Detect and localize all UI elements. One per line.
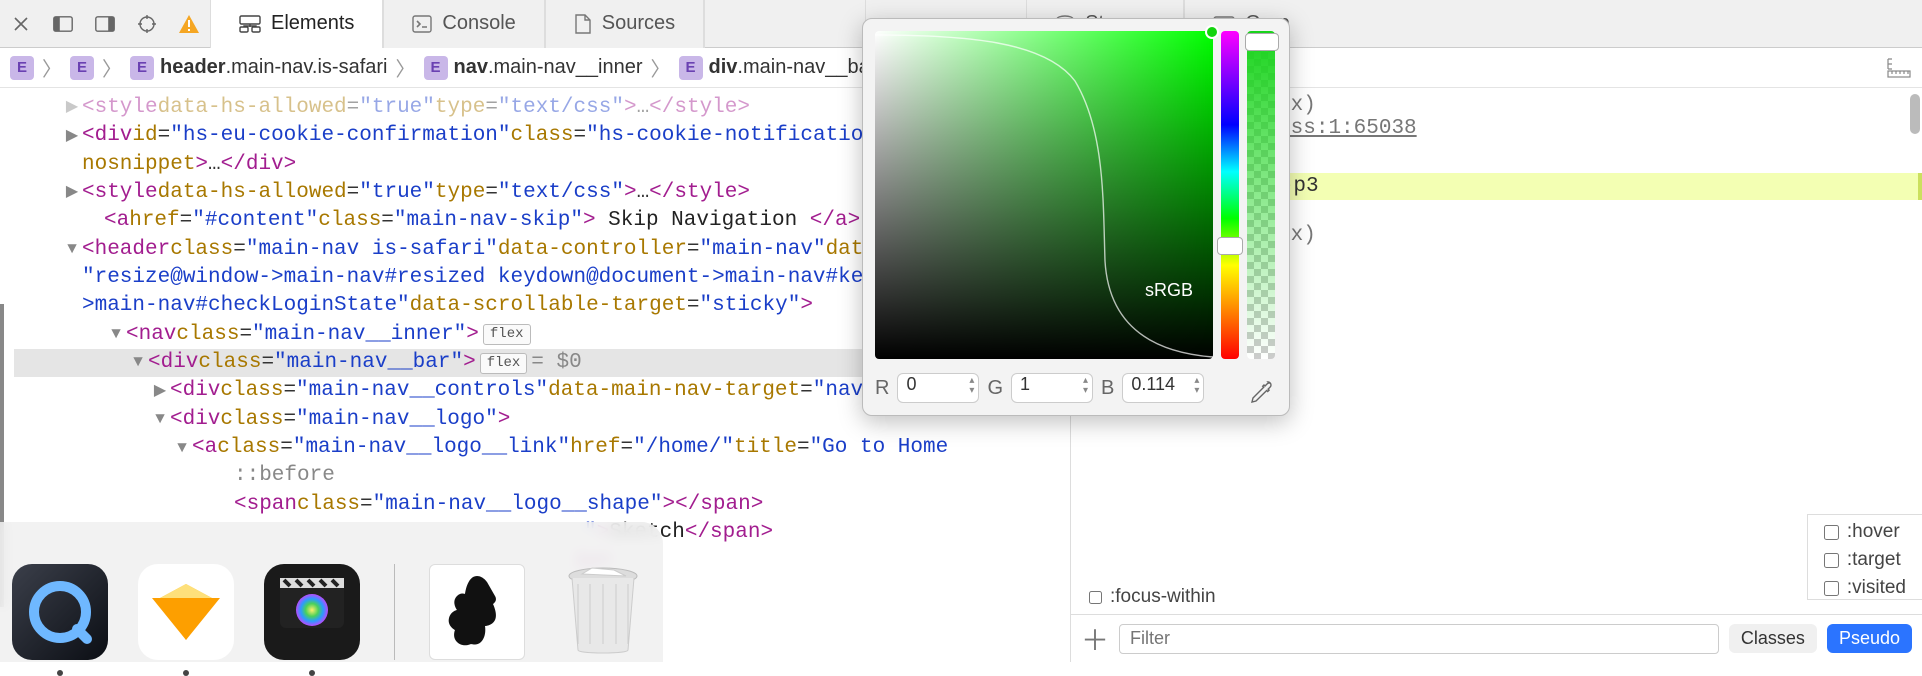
stepper-icon[interactable]: ▴▾ bbox=[1083, 376, 1088, 396]
dock-app-quicktime[interactable] bbox=[12, 564, 108, 660]
close-icon[interactable] bbox=[0, 0, 42, 48]
sources-icon bbox=[574, 14, 592, 34]
pseudo-button[interactable]: Pseudo bbox=[1827, 624, 1912, 653]
classes-button[interactable]: Classes bbox=[1729, 624, 1817, 653]
console-icon bbox=[412, 15, 432, 33]
toggle-target[interactable]: :target bbox=[1824, 549, 1906, 571]
dock-right-icon[interactable] bbox=[84, 0, 126, 48]
element-chip-icon[interactable]: E bbox=[130, 56, 154, 80]
chevron-right-icon: 〉 bbox=[649, 53, 673, 82]
macos-dock bbox=[0, 522, 663, 662]
dock-left-icon[interactable] bbox=[42, 0, 84, 48]
breadcrumb-item[interactable]: div.main-nav__bar bbox=[709, 56, 877, 79]
r-label: R bbox=[875, 377, 889, 400]
selected-node-marker: = $0 bbox=[531, 349, 581, 377]
dock-app-sketch[interactable] bbox=[138, 564, 234, 660]
tab-label: Console bbox=[442, 12, 515, 35]
b-input[interactable]: 0.114▴▾ bbox=[1122, 373, 1204, 403]
element-chip-icon[interactable]: E bbox=[679, 56, 703, 80]
toggle-visited[interactable]: :visited bbox=[1824, 577, 1906, 599]
eyedropper-icon[interactable] bbox=[1249, 379, 1275, 405]
dock-app-final-cut[interactable] bbox=[264, 564, 360, 660]
color-picker: sRGB R 0▴▾ G 1▴▾ B 0.114▴▾ bbox=[862, 18, 1290, 416]
element-chip-icon[interactable]: E bbox=[10, 56, 34, 80]
gamut-label: sRGB bbox=[1145, 280, 1193, 301]
tab-console[interactable]: Console bbox=[383, 0, 544, 48]
chevron-right-icon: 〉 bbox=[100, 53, 124, 82]
hue-slider[interactable] bbox=[1221, 31, 1239, 359]
running-dot-icon bbox=[183, 670, 189, 676]
b-label: B bbox=[1101, 377, 1114, 400]
flex-badge: flex bbox=[483, 324, 531, 345]
tab-label: Elements bbox=[271, 12, 354, 35]
ruler-icon[interactable] bbox=[1886, 57, 1912, 79]
element-chip-icon[interactable]: E bbox=[70, 56, 94, 80]
dock-divider bbox=[394, 564, 395, 660]
running-dot-icon bbox=[57, 670, 63, 676]
g-label: G bbox=[987, 377, 1003, 400]
scrollbar[interactable] bbox=[1910, 94, 1920, 134]
tab-elements[interactable]: Elements bbox=[210, 0, 383, 48]
breadcrumb-item[interactable]: header.main-nav.is-safari bbox=[160, 56, 388, 79]
running-dot-icon bbox=[309, 670, 315, 676]
tab-hidden-1 bbox=[704, 0, 705, 48]
chevron-right-icon: 〉 bbox=[394, 53, 418, 82]
element-chip-icon[interactable]: E bbox=[424, 56, 448, 80]
alpha-slider[interactable] bbox=[1247, 31, 1275, 359]
color-handle[interactable] bbox=[1205, 25, 1219, 39]
r-input[interactable]: 0▴▾ bbox=[897, 373, 979, 403]
inspect-element-icon[interactable] bbox=[126, 0, 168, 48]
elements-icon bbox=[239, 15, 261, 33]
dock-item-document[interactable] bbox=[429, 564, 525, 660]
g-input[interactable]: 1▴▾ bbox=[1011, 373, 1093, 403]
add-rule-icon[interactable]: ＋ bbox=[1081, 619, 1109, 659]
chevron-right-icon: 〉 bbox=[40, 53, 64, 82]
filter-input[interactable] bbox=[1119, 624, 1719, 654]
tab-label: Sources bbox=[602, 12, 675, 35]
stepper-icon[interactable]: ▴▾ bbox=[1194, 376, 1199, 396]
tab-sources[interactable]: Sources bbox=[545, 0, 704, 48]
color-canvas[interactable]: sRGB bbox=[875, 31, 1213, 359]
styles-filter-bar: ＋ Classes Pseudo bbox=[1071, 614, 1922, 662]
toggle-focus-within[interactable]: :focus-within bbox=[1089, 586, 1216, 608]
pseudo-state-toggles: :hover :target :visited bbox=[1807, 514, 1922, 600]
breadcrumb-item[interactable]: nav.main-nav__inner bbox=[454, 56, 643, 79]
toggle-hover[interactable]: :hover bbox=[1824, 521, 1906, 543]
dock-item-trash[interactable] bbox=[555, 564, 651, 660]
warning-icon[interactable] bbox=[168, 0, 210, 48]
stepper-icon[interactable]: ▴▾ bbox=[969, 376, 974, 396]
